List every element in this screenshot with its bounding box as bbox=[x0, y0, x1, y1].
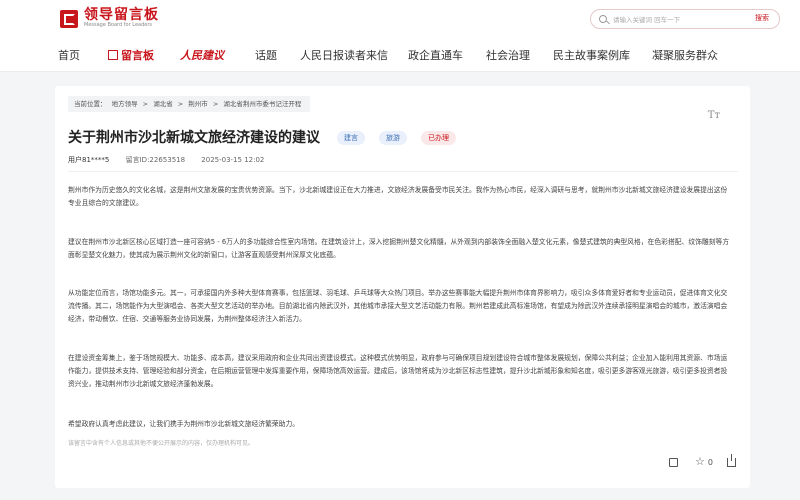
share-icon bbox=[727, 453, 736, 467]
breadcrumb-item-hubei[interactable]: 湖北省 bbox=[153, 100, 173, 108]
paragraph-intro: 荆州市作为历史悠久的文化名城，这是荆州文旅发展的宝贵优势资源。当下，沙北新城建设… bbox=[68, 186, 728, 207]
logo-title: 领导留言板 bbox=[84, 7, 159, 23]
breadcrumb-separator: > bbox=[212, 100, 219, 108]
breadcrumb-item-secretary[interactable]: 湖北省荆州市委书记汪开程 bbox=[223, 100, 301, 108]
search-box: 搜索 bbox=[590, 9, 780, 29]
font-size-icon[interactable]: Tт bbox=[708, 110, 720, 121]
breadcrumb-separator: > bbox=[177, 100, 184, 108]
nav-reader-letters[interactable]: 人民日报读者来信 bbox=[300, 47, 388, 63]
message-id: 留言ID:22653518 bbox=[125, 156, 186, 164]
nav-enterprise-express[interactable]: 政企直通车 bbox=[408, 47, 463, 63]
breadcrumb-prefix: 当前位置： bbox=[74, 100, 107, 108]
post-date: 2025-03-15 12:02 bbox=[201, 156, 265, 164]
privacy-notice: 该留言中含有个人信息或其他不便公开展示的内容，仅办理机构可见。 bbox=[68, 440, 255, 447]
article-title: 关于荆州市沙北新城文旅经济建设的建议 bbox=[68, 130, 320, 146]
top-header: 领导留言板 Message Board for Leaders 搜索 bbox=[0, 0, 800, 38]
search-button[interactable]: 搜索 bbox=[755, 13, 769, 23]
message-board-icon bbox=[108, 50, 118, 60]
like-button[interactable] bbox=[669, 457, 681, 467]
nav-topics[interactable]: 话题 bbox=[255, 47, 277, 63]
main-nav: 首页 留言板 人民建议 话题 人民日报读者来信 政企直通车 社会治理 民主故事案… bbox=[0, 38, 800, 72]
nav-social-governance[interactable]: 社会治理 bbox=[486, 47, 530, 63]
paragraph-funding: 在建设资金筹集上，鉴于场馆规模大、功能多、成本高，建议采用政府和企业共同出资建设… bbox=[68, 354, 728, 388]
breadcrumb-separator: > bbox=[142, 100, 149, 108]
tag-tourism: 旅游 bbox=[379, 131, 407, 145]
nav-home[interactable]: 首页 bbox=[58, 47, 80, 63]
paragraph-function: 从功能定位而言，场馆功能多元。其一，可承接国内外多种大型体育赛事，包括篮球、羽毛… bbox=[68, 289, 728, 323]
favorite-button[interactable]: ☆ 0 bbox=[695, 455, 713, 468]
nav-people-suggestion[interactable]: 人民建议 bbox=[180, 47, 224, 63]
paragraph-closing: 希望政府认真考虑此建议，让我们携手为荆州市沙北新城文旅经济繁荣助力。 bbox=[68, 420, 300, 428]
breadcrumb-item-local-leaders[interactable]: 地方领导 bbox=[112, 100, 138, 108]
article-meta: 用户81****5 留言ID:22653518 2025-03-15 12:02 bbox=[68, 155, 278, 165]
action-bar: ☆ 0 bbox=[655, 453, 736, 468]
divider bbox=[68, 171, 738, 172]
favorite-count: 0 bbox=[707, 457, 713, 467]
share-button[interactable] bbox=[727, 453, 736, 467]
paragraph-venue: 建议在荆州市沙北新区核心区域打造一座可容纳5 - 6万人的多功能综合性室内场馆。… bbox=[68, 238, 730, 259]
nav-message-board[interactable]: 留言板 bbox=[108, 47, 154, 63]
search-icon bbox=[599, 15, 607, 23]
article-card: 当前位置： 地方领导 > 湖北省 > 荆州市 > 湖北省荆州市委书记汪开程 Tт… bbox=[55, 86, 750, 488]
tag-suggestion: 建言 bbox=[337, 131, 365, 145]
breadcrumb-item-jingzhou[interactable]: 荆州市 bbox=[188, 100, 208, 108]
breadcrumb: 当前位置： 地方领导 > 湖北省 > 荆州市 > 湖北省荆州市委书记汪开程 bbox=[68, 96, 311, 112]
nav-message-board-label: 留言板 bbox=[121, 49, 154, 62]
nav-democracy-cases[interactable]: 民主故事案例库 bbox=[553, 47, 630, 63]
logo-icon bbox=[60, 9, 78, 28]
status-badge: 已办理 bbox=[421, 131, 456, 145]
search-input[interactable] bbox=[613, 12, 723, 27]
thumbs-up-icon bbox=[669, 457, 679, 467]
logo-subtitle: Message Board for Leaders bbox=[84, 22, 153, 28]
author-name: 用户81****5 bbox=[68, 156, 110, 164]
site-logo[interactable]: 领导留言板 Message Board for Leaders bbox=[60, 8, 159, 29]
nav-serve-people[interactable]: 凝聚服务群众 bbox=[652, 47, 718, 63]
logo-text: 领导留言板 Message Board for Leaders bbox=[84, 8, 159, 29]
star-icon: ☆ bbox=[695, 455, 705, 468]
